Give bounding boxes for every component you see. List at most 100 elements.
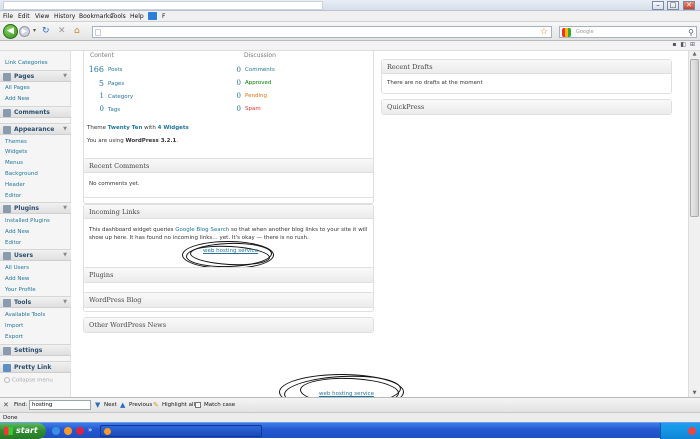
quicklaunch-more-icon[interactable]: » [88, 426, 92, 434]
google-blog-search-link[interactable]: Google Blog Search [175, 227, 229, 233]
close-window-button[interactable]: ✕ [683, 1, 695, 10]
find-input[interactable]: hosting [29, 400, 91, 410]
quickpress-title[interactable]: QuickPress [382, 100, 671, 114]
bookmark-star-icon[interactable]: ☆ [540, 27, 548, 38]
wordpress-blog-title[interactable]: WordPress Blog [84, 293, 373, 307]
sidebar-menu-plugins[interactable]: Plugins ▼ [0, 202, 71, 214]
forward-arrow-icon[interactable]: ▶ [19, 26, 30, 37]
tray-icon[interactable] [688, 427, 696, 435]
find-previous-button[interactable]: Previous [129, 402, 152, 408]
pages-link[interactable]: Pages [108, 81, 124, 87]
sidebar-item-widgets[interactable]: Widgets [5, 149, 27, 155]
sidebar-item-add-page[interactable]: Add New [5, 96, 29, 102]
sidebar-item-available-tools[interactable]: Available Tools [5, 312, 45, 318]
other-news-title[interactable]: Other WordPress News [84, 318, 373, 332]
taskbar-firefox-window[interactable] [100, 425, 262, 437]
start-button[interactable]: start [0, 423, 46, 439]
vertical-scrollbar[interactable]: ▲ ▼ [688, 51, 700, 397]
pending-link[interactable]: Pending [245, 93, 267, 99]
close-findbar-icon[interactable]: ✕ [3, 401, 11, 409]
menu-bookmarks[interactable]: Bookmarks [79, 13, 113, 20]
spam-link[interactable]: Spam [245, 106, 261, 112]
scrollbar-thumb[interactable] [690, 59, 699, 217]
minimize-button[interactable]: – [652, 1, 664, 10]
sidebar-item-background[interactable]: Background [5, 171, 38, 177]
sidebar-menu-pretty-link[interactable]: Pretty Link [0, 361, 71, 373]
chevron-down-icon: ▼ [63, 73, 67, 79]
home-icon[interactable]: ⌂ [74, 26, 80, 36]
recent-comments-title[interactable]: Recent Comments [84, 159, 373, 173]
web-hosting-link[interactable]: web hosting service [203, 248, 258, 254]
theme-name-link[interactable]: Twenty Ten [108, 125, 143, 131]
quicklaunch-ie-icon[interactable] [52, 427, 60, 435]
sidebar-item-plugin-editor[interactable]: Editor [5, 240, 21, 246]
sidebar-label-comments: Comments [14, 109, 50, 116]
recent-drafts-title[interactable]: Recent Drafts [382, 60, 671, 74]
menu-help[interactable]: Help [130, 13, 144, 20]
tags-count[interactable]: 0 [84, 105, 104, 113]
sidebar-item-header[interactable]: Header [5, 182, 25, 188]
history-dropdown-icon[interactable]: ▾ [33, 26, 36, 36]
toolbar-icons[interactable]: ▪ ◧ ⊞ [672, 41, 696, 48]
posts-count[interactable]: 166 [84, 65, 104, 74]
sidebar-item-add-user[interactable]: Add New [5, 276, 29, 282]
sidebar-menu-pages[interactable]: Pages ▼ [0, 70, 71, 82]
find-next-arrow-icon[interactable]: ▼ [95, 401, 100, 409]
scroll-up-arrow-icon[interactable]: ▲ [690, 51, 699, 58]
pending-count[interactable]: 0 [229, 92, 241, 100]
menu-view[interactable]: View [35, 13, 49, 20]
sidebar-menu-tools[interactable]: Tools ▼ [0, 296, 71, 308]
sidebar-item-export[interactable]: Export [5, 334, 23, 340]
category-link[interactable]: Category [108, 94, 133, 100]
menu-edit[interactable]: Edit [18, 13, 30, 20]
reload-icon[interactable]: ↻ [42, 26, 50, 36]
sidebar-menu-settings[interactable]: Settings [0, 344, 71, 356]
menu-extra[interactable]: F [162, 13, 165, 20]
collapse-menu-button[interactable]: Collapse menu [4, 377, 53, 384]
sidebar-item-all-users[interactable]: All Users [5, 265, 29, 271]
comments-count[interactable]: 0 [229, 66, 241, 74]
sidebar-menu-users[interactable]: Users ▼ [0, 249, 71, 261]
posts-link[interactable]: Posts [108, 67, 122, 73]
sidebar-item-link-categories[interactable]: Link Categories [5, 60, 48, 66]
incoming-links-title[interactable]: Incoming Links [84, 205, 373, 219]
sidebar-item-import[interactable]: Import [5, 323, 23, 329]
highlight-pencil-icon[interactable]: ✎ [153, 401, 159, 409]
google-engine-icon[interactable] [562, 28, 571, 37]
highlight-all-button[interactable]: Highlight all [162, 402, 195, 408]
url-bar[interactable]: ☆ [92, 26, 552, 38]
category-count[interactable]: 1 [84, 92, 104, 100]
find-previous-arrow-icon[interactable]: ▲ [120, 401, 125, 409]
sidebar-item-editor[interactable]: Editor [5, 193, 21, 199]
sidebar-item-your-profile[interactable]: Your Profile [5, 287, 36, 293]
tags-link[interactable]: Tags [108, 107, 120, 113]
match-case-checkbox[interactable] [195, 402, 201, 408]
menu-file[interactable]: File [3, 13, 13, 20]
sidebar-menu-comments[interactable]: Comments [0, 106, 71, 118]
pages-count[interactable]: 5 [84, 79, 104, 88]
approved-count[interactable]: 0 [229, 79, 241, 87]
maximize-button[interactable]: □ [667, 1, 679, 10]
spam-count[interactable]: 0 [229, 105, 241, 113]
comments-link[interactable]: Comments [245, 67, 275, 73]
quicklaunch-app-icon[interactable] [76, 427, 84, 435]
find-next-button[interactable]: Next [104, 402, 117, 408]
stop-icon[interactable]: ✕ [58, 26, 66, 36]
widgets-link[interactable]: 4 Widgets [158, 125, 189, 131]
menu-history[interactable]: History [54, 13, 75, 20]
sidebar-menu-appearance[interactable]: Appearance ▼ [0, 123, 71, 135]
sidebar-item-all-pages[interactable]: All Pages [5, 85, 30, 91]
quicklaunch-firefox-icon[interactable] [64, 427, 72, 435]
menu-tools[interactable]: Tools [111, 13, 126, 20]
search-input[interactable]: Google ⚲ [559, 26, 697, 38]
approved-link[interactable]: Approved [245, 80, 271, 86]
sidebar-item-add-plugin[interactable]: Add New [5, 229, 29, 235]
scroll-down-arrow-icon[interactable]: ▼ [690, 390, 699, 397]
sidebar-item-menus[interactable]: Menus [5, 160, 23, 166]
sidebar-item-installed-plugins[interactable]: Installed Plugins [5, 218, 50, 224]
back-arrow-icon[interactable]: ◀ [3, 24, 18, 39]
addon-icon[interactable] [148, 12, 157, 20]
sidebar-item-themes[interactable]: Themes [5, 139, 27, 145]
plugins-widget-title[interactable]: Plugins [84, 268, 373, 282]
search-icon[interactable]: ⚲ [688, 27, 694, 38]
